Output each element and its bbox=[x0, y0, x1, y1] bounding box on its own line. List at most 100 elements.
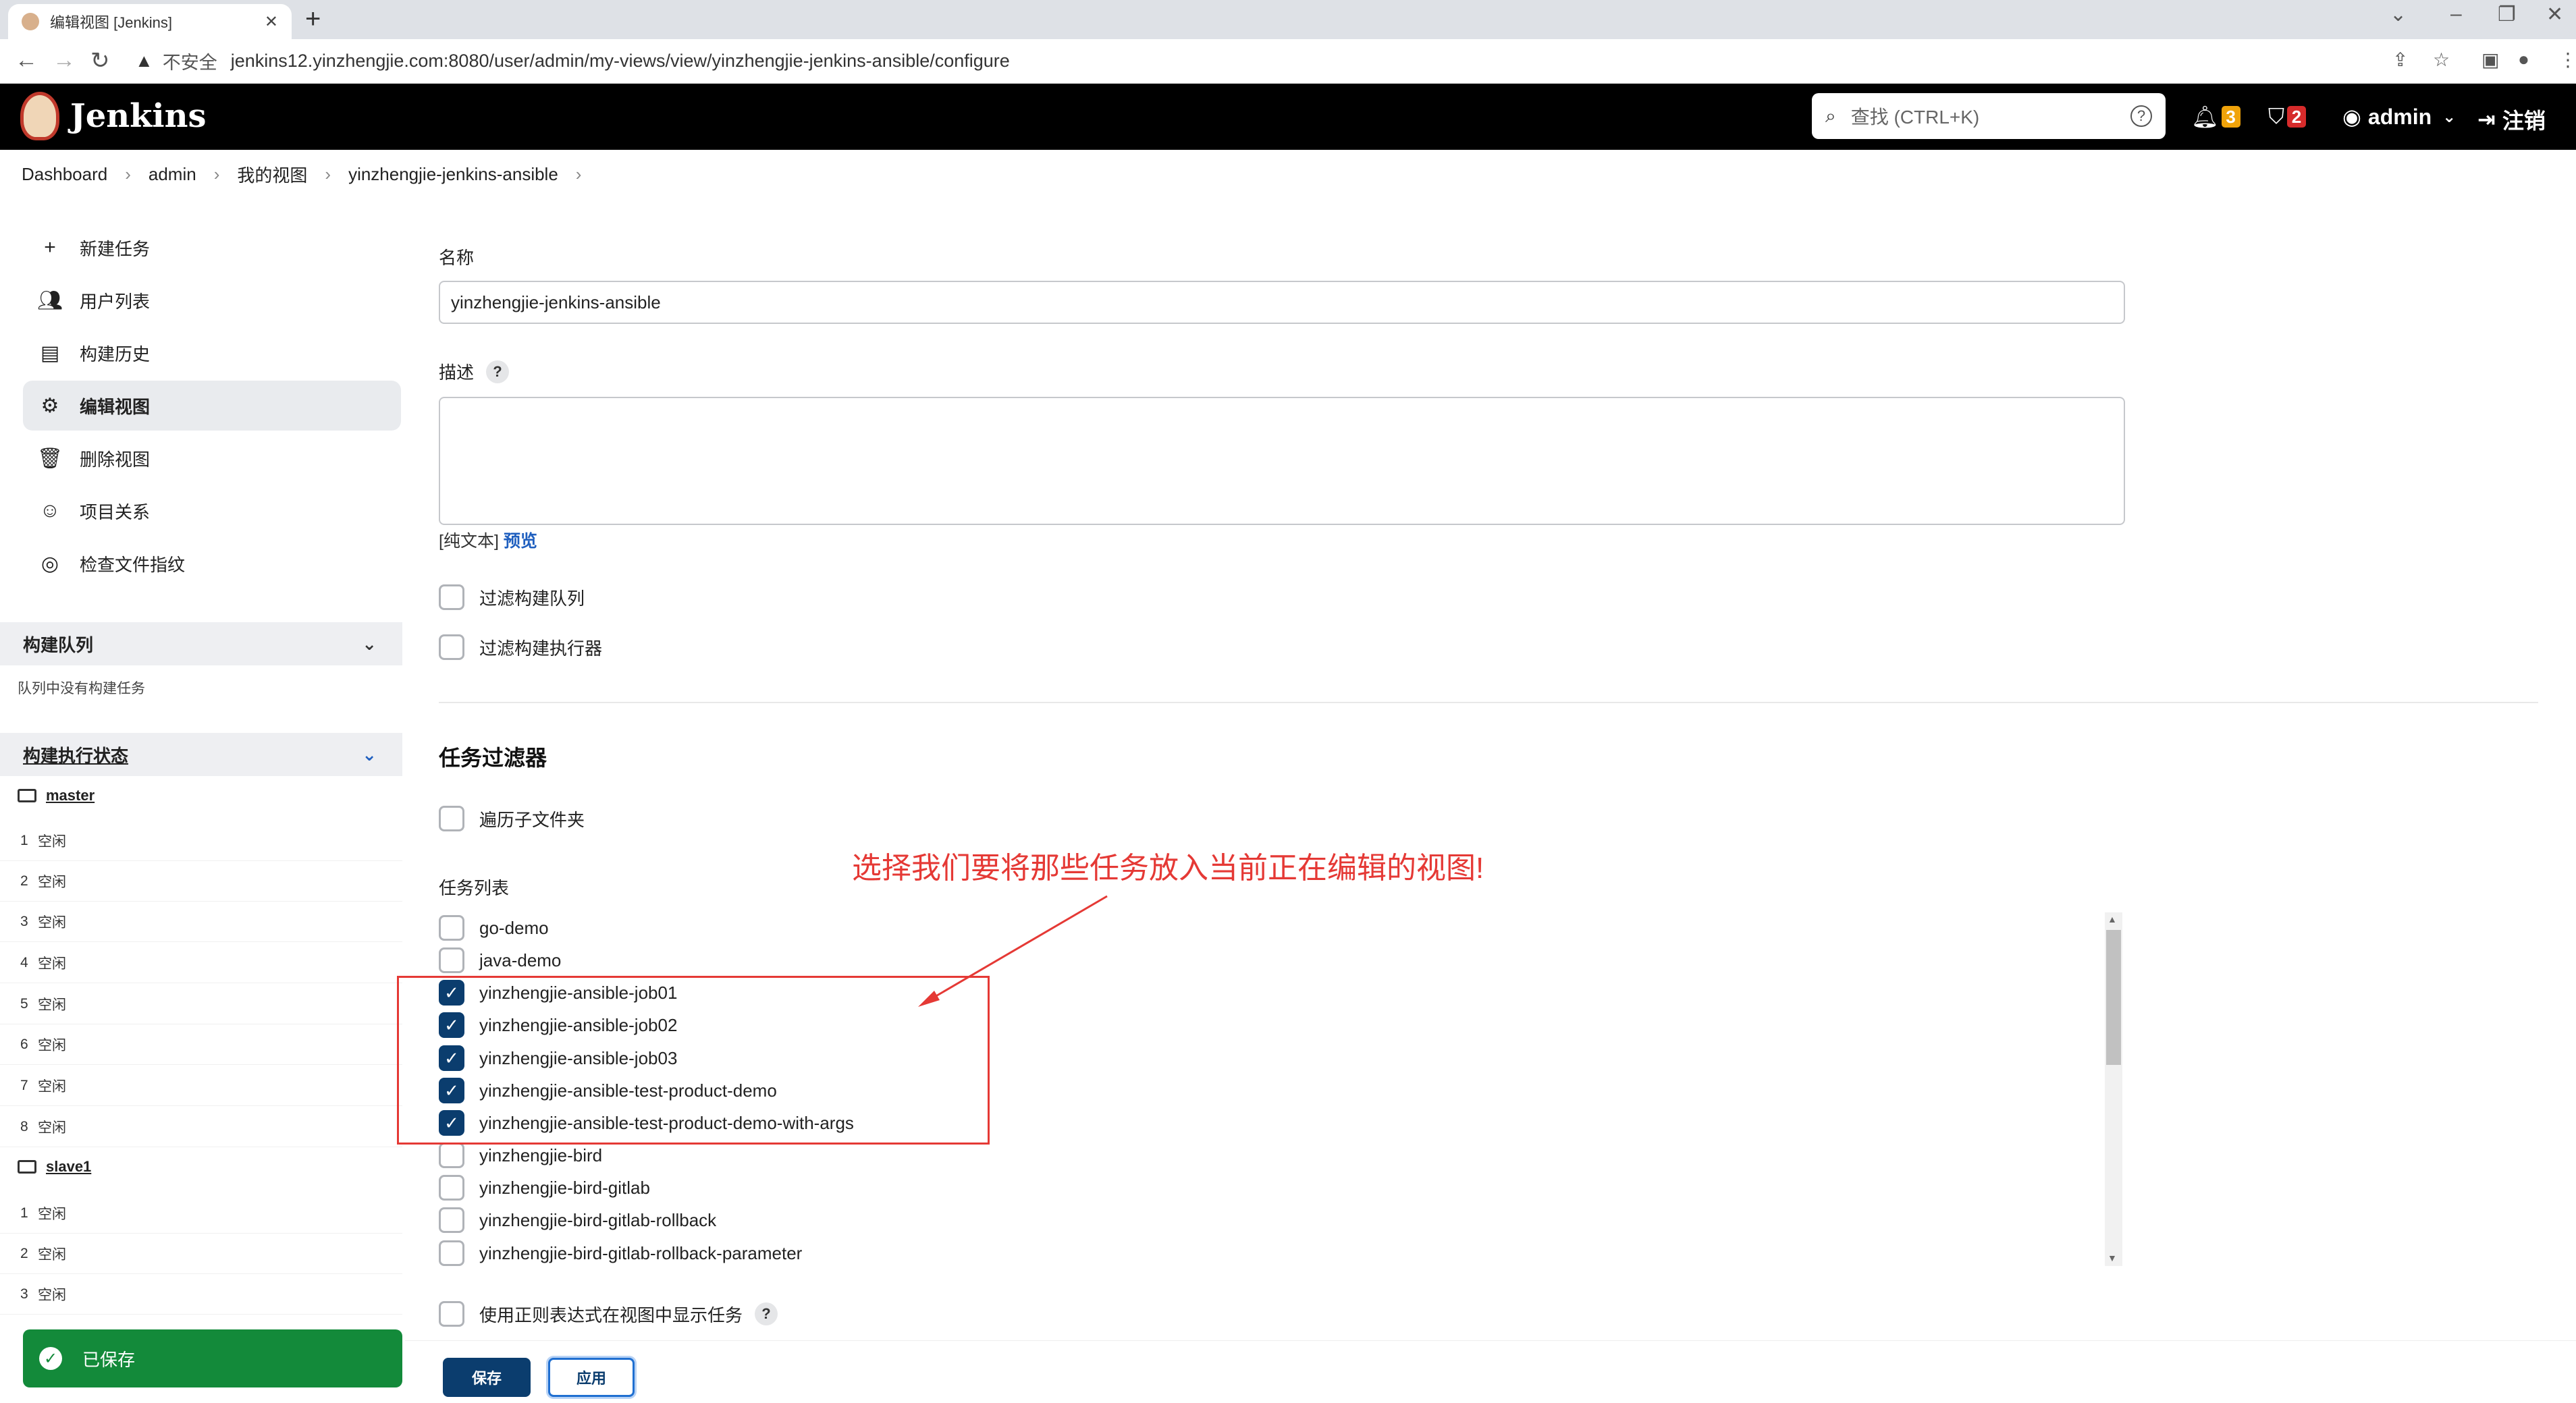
security-badge: 2 bbox=[2287, 106, 2307, 128]
sidebar-item-new-job[interactable]: + 新建任务 bbox=[23, 223, 401, 273]
breadcrumb-my-views[interactable]: 我的视图 bbox=[237, 162, 307, 187]
filter-executors-option[interactable]: 过滤构建执行器 bbox=[439, 634, 602, 660]
security-button[interactable]: ⛉ 2 bbox=[2268, 104, 2307, 130]
shield-icon: ⛉ bbox=[2268, 104, 2285, 128]
minimize-window-icon[interactable]: – bbox=[2450, 3, 2462, 26]
job-name: yinzhengjie-bird-gitlab-rollback bbox=[479, 1209, 717, 1230]
chevron-down-icon[interactable]: ⌄ bbox=[362, 744, 377, 765]
breadcrumb-chevron-icon: › bbox=[325, 164, 331, 184]
breadcrumb-chevron-icon[interactable]: › bbox=[576, 164, 582, 185]
executors-header[interactable]: 构建执行状态 ⌄ bbox=[0, 733, 402, 776]
filter-queue-option[interactable]: 过滤构建队列 bbox=[439, 584, 585, 610]
filter-executors-label: 过滤构建执行器 bbox=[479, 638, 603, 659]
search-help-icon[interactable]: ? bbox=[2130, 105, 2152, 127]
breadcrumb-admin[interactable]: admin bbox=[149, 164, 196, 185]
job-name: yinzhengjie-bird-gitlab-rollback-paramet… bbox=[479, 1242, 803, 1263]
executors-title[interactable]: 构建执行状态 bbox=[23, 742, 128, 767]
profile-icon[interactable]: ● bbox=[2518, 49, 2529, 70]
forward-icon[interactable]: → bbox=[53, 47, 76, 74]
job-item[interactable]: yinzhengjie-bird-gitlab-rollback bbox=[439, 1207, 716, 1233]
executor-status: 空闲 bbox=[38, 1037, 66, 1053]
toast-message: 已保存 bbox=[82, 1349, 136, 1370]
job-item[interactable]: java-demo bbox=[439, 947, 561, 973]
sidebar-item-project-relations[interactable]: ☺ 项目关系 bbox=[23, 486, 401, 536]
breadcrumb-view[interactable]: yinzhengjie-jenkins-ansible bbox=[348, 164, 558, 185]
browser-menu-icon[interactable]: ⋮ bbox=[2558, 49, 2576, 71]
side-panel-icon[interactable]: ▣ bbox=[2481, 49, 2499, 71]
executor-status: 空闲 bbox=[38, 1120, 66, 1136]
description-textarea[interactable] bbox=[439, 397, 2125, 525]
gear-icon: ⚙ bbox=[41, 394, 59, 417]
job-checkbox[interactable] bbox=[439, 1240, 464, 1266]
name-label: 名称 bbox=[439, 248, 475, 268]
sidebar-item-delete-view[interactable]: 🗑︎ 删除视图 bbox=[23, 433, 401, 483]
job-checkbox[interactable] bbox=[439, 915, 464, 941]
node-name[interactable]: master bbox=[46, 787, 95, 804]
annotation-arrow bbox=[918, 895, 1108, 1007]
node-name[interactable]: slave1 bbox=[46, 1158, 91, 1176]
tab-close-icon[interactable]: ✕ bbox=[265, 12, 278, 32]
node-master[interactable]: master bbox=[18, 787, 95, 804]
search-input[interactable]: ⌕ 查找 (CTRL+K) ? bbox=[1812, 93, 2166, 139]
breadcrumb-dashboard[interactable]: Dashboard bbox=[22, 164, 107, 185]
section-divider bbox=[439, 702, 2538, 703]
regex-checkbox[interactable] bbox=[439, 1301, 464, 1327]
notifications-button[interactable]: 🔔︎ 3 bbox=[2191, 104, 2240, 130]
job-item[interactable]: yinzhengjie-bird-gitlab bbox=[439, 1175, 650, 1201]
executor-status: 空闲 bbox=[38, 1246, 66, 1263]
logout-button[interactable]: ⇥ 注销 bbox=[2477, 104, 2546, 135]
executor-row: 2 空闲 bbox=[0, 1234, 402, 1274]
close-window-icon[interactable]: ✕ bbox=[2546, 3, 2563, 26]
bookmark-star-icon[interactable]: ☆ bbox=[2433, 49, 2450, 71]
job-checkbox[interactable] bbox=[439, 1143, 464, 1168]
job-item[interactable]: yinzhengjie-bird bbox=[439, 1143, 602, 1168]
jenkins-logo[interactable]: Jenkins bbox=[20, 92, 207, 140]
sidebar-item-label: 项目关系 bbox=[80, 501, 151, 522]
restore-window-icon[interactable]: ❐ bbox=[2498, 3, 2516, 26]
tab-search-chevron-icon[interactable]: ⌄ bbox=[2390, 3, 2407, 26]
regex-option[interactable]: 使用正则表达式在视图中显示任务 ? bbox=[439, 1301, 778, 1327]
executor-status: 空闲 bbox=[38, 997, 66, 1013]
new-tab-button[interactable]: + bbox=[305, 4, 321, 34]
scroll-down-icon[interactable]: ▼ bbox=[2108, 1253, 2117, 1263]
scroll-up-icon[interactable]: ▲ bbox=[2108, 914, 2117, 925]
sidebar-item-edit-view[interactable]: ⚙ 编辑视图 bbox=[23, 381, 401, 431]
executor-number: 1 bbox=[20, 1205, 28, 1221]
executor-row: 6 空闲 bbox=[0, 1024, 402, 1065]
job-item[interactable]: yinzhengjie-bird-gitlab-rollback-paramet… bbox=[439, 1240, 802, 1266]
executor-row: 3 空闲 bbox=[0, 902, 402, 942]
reload-icon[interactable]: ↻ bbox=[90, 47, 110, 74]
recurse-option[interactable]: 遍历子文件夹 bbox=[439, 806, 585, 831]
share-icon[interactable]: ⇪ bbox=[2392, 49, 2408, 71]
executor-number: 1 bbox=[20, 832, 28, 848]
back-icon[interactable]: ← bbox=[15, 47, 38, 74]
job-checkbox[interactable] bbox=[439, 1207, 464, 1233]
save-button[interactable]: 保存 bbox=[443, 1358, 531, 1397]
sidebar-item-fingerprint[interactable]: ◎ 检查文件指纹 bbox=[23, 539, 401, 588]
sidebar-item-users[interactable]: 👥︎ 用户列表 bbox=[23, 275, 401, 325]
url-field[interactable]: ▲ 不安全 jenkins12.yinzhengjie.com:8080/use… bbox=[135, 46, 1010, 76]
preview-link[interactable]: 预览 bbox=[504, 532, 537, 551]
apply-button[interactable]: 应用 bbox=[548, 1358, 635, 1397]
node-slave1[interactable]: slave1 bbox=[18, 1158, 91, 1176]
breadcrumb-chevron-icon: › bbox=[125, 164, 131, 184]
sidebar-item-build-history[interactable]: ▤ 构建历史 bbox=[23, 328, 401, 378]
browser-tab[interactable]: 编辑视图 [Jenkins] ✕ bbox=[8, 4, 292, 39]
job-checkbox[interactable] bbox=[439, 947, 464, 973]
bell-icon: 🔔︎ bbox=[2191, 105, 2219, 129]
regex-help-icon[interactable]: ? bbox=[755, 1302, 778, 1325]
build-queue-header[interactable]: 构建队列 ⌄ bbox=[0, 622, 402, 665]
chevron-down-icon[interactable]: ⌄ bbox=[362, 634, 377, 655]
job-item[interactable]: go-demo bbox=[439, 915, 549, 941]
filter-executors-checkbox[interactable] bbox=[439, 634, 464, 660]
user-icon: ◉ bbox=[2342, 105, 2361, 129]
url-text: jenkins12.yinzhengjie.com:8080/user/admi… bbox=[230, 50, 1010, 71]
executor-number: 6 bbox=[20, 1036, 28, 1052]
description-help-icon[interactable]: ? bbox=[486, 360, 510, 383]
job-list-scroll-thumb[interactable] bbox=[2106, 930, 2121, 1065]
user-menu[interactable]: ◉ admin ⌄ bbox=[2342, 104, 2456, 130]
filter-queue-checkbox[interactable] bbox=[439, 584, 464, 610]
job-checkbox[interactable] bbox=[439, 1175, 464, 1201]
recurse-checkbox[interactable] bbox=[439, 806, 464, 831]
name-input[interactable]: yinzhengjie-jenkins-ansible bbox=[439, 281, 2125, 324]
